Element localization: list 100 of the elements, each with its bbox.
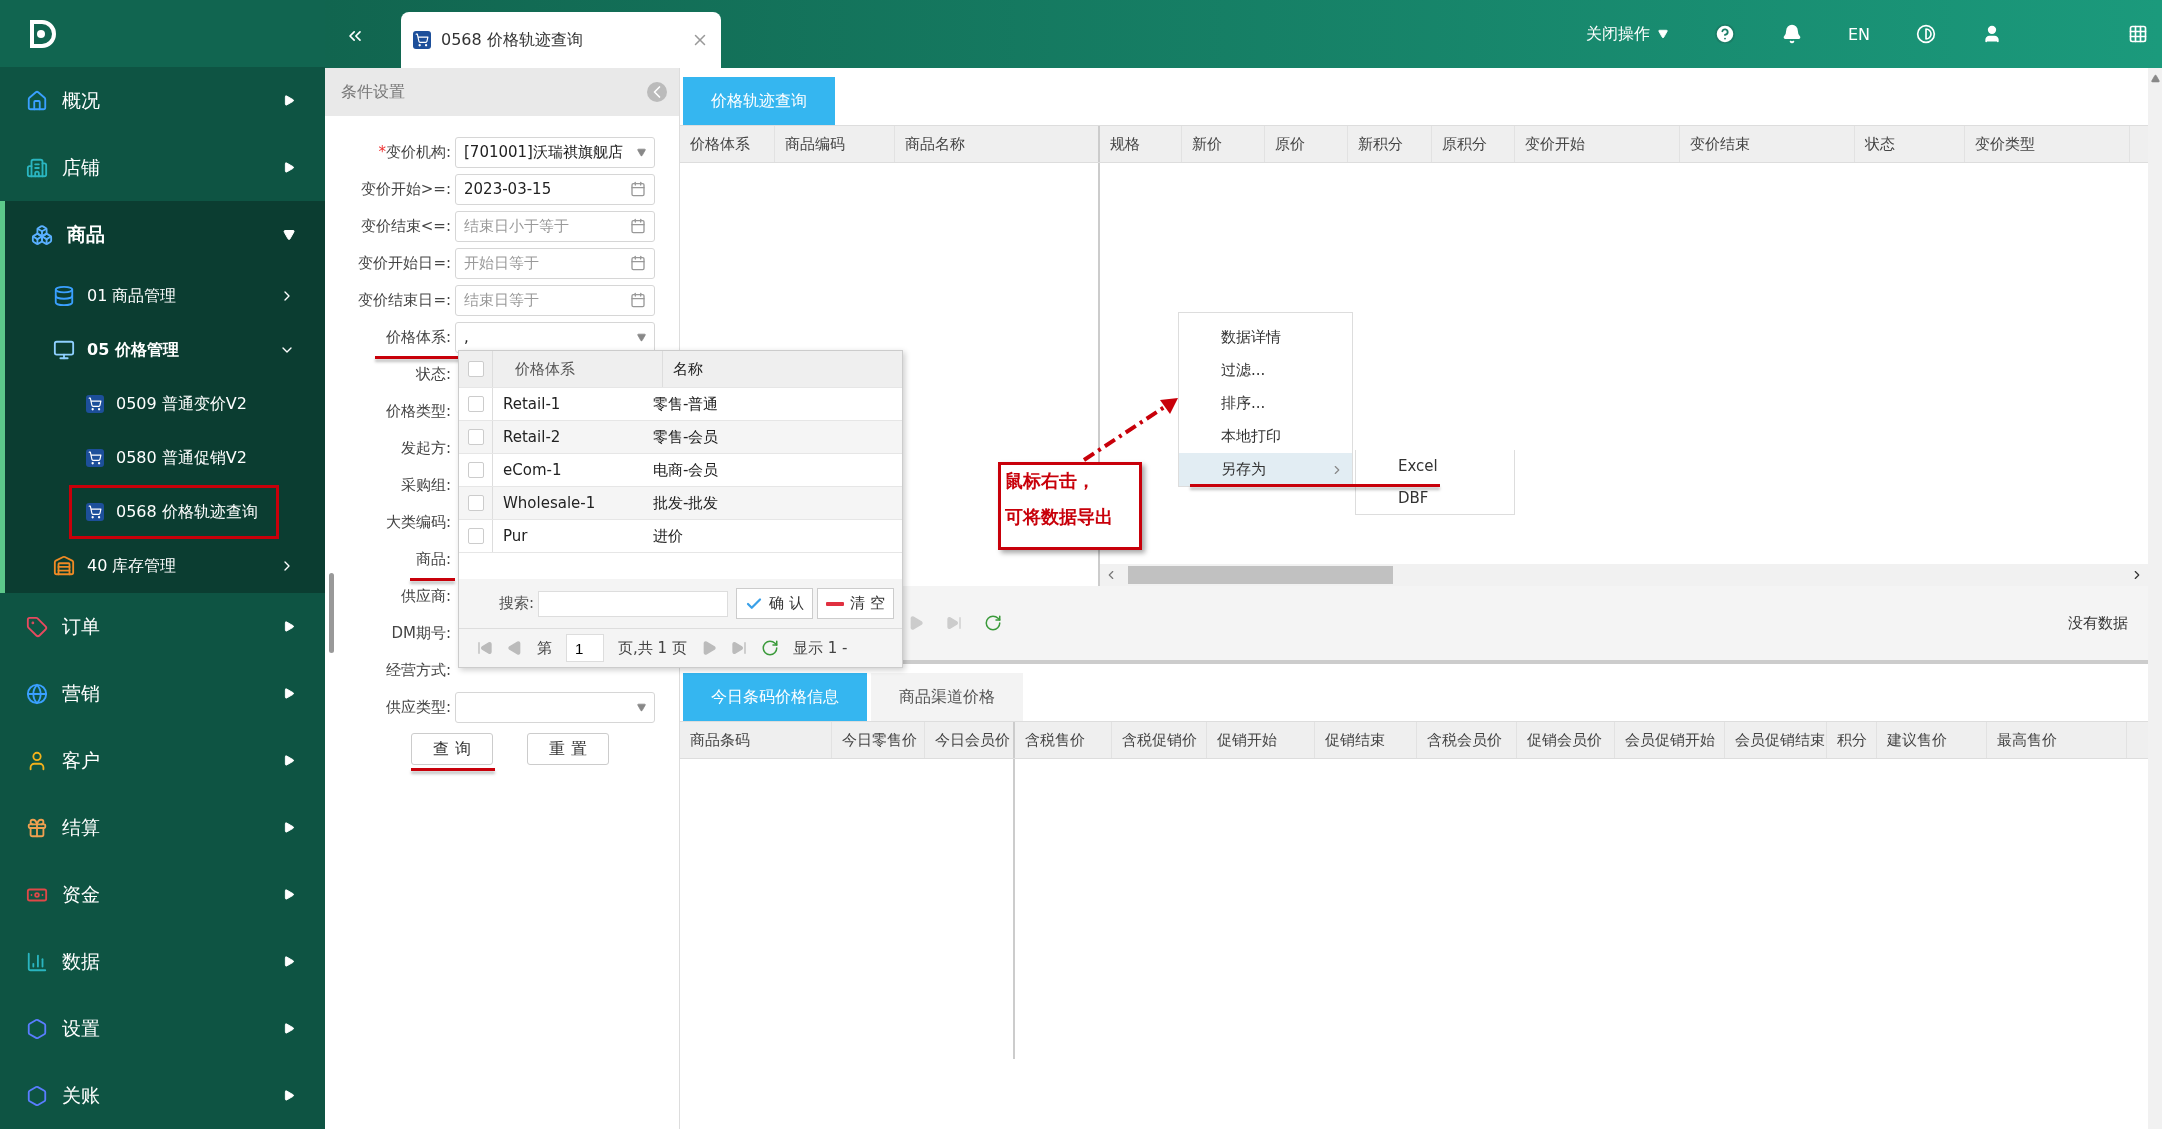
cart-icon — [86, 395, 104, 413]
column-header[interactable]: 规格 — [1100, 126, 1182, 162]
menu-item[interactable]: Excel — [1356, 450, 1514, 482]
column-header[interactable]: 促销会员价 — [1517, 722, 1615, 758]
menu-item[interactable]: 本地打印 — [1179, 420, 1352, 453]
table-cell-text: 批发-批发 — [652, 493, 720, 513]
last-page-icon[interactable] — [946, 615, 962, 631]
search-field[interactable] — [538, 590, 729, 617]
refresh-icon[interactable] — [984, 614, 1002, 632]
sidebar-item[interactable]: 0580 普通促销V2 — [69, 431, 279, 485]
column-header[interactable]: 促销开始 — [1207, 722, 1315, 758]
clear-button[interactable]: 清 空 — [816, 588, 894, 619]
column-header[interactable]: 商品名称 — [895, 126, 1100, 162]
callout-text: 可将数据导出 — [1005, 505, 1114, 529]
apps-grid-icon[interactable] — [2128, 24, 2148, 44]
help-icon[interactable] — [1713, 23, 1736, 45]
previous-page-icon[interactable] — [507, 640, 523, 656]
sidebar-item[interactable]: 关账 — [0, 1062, 325, 1129]
column-header[interactable]: 原积分 — [1432, 126, 1515, 162]
column-header[interactable]: 建议售价 — [1877, 722, 1987, 758]
reset-button[interactable]: 重 置 — [527, 733, 609, 765]
date-field[interactable]: 2023-03-15 — [455, 173, 655, 205]
field-label: *变价机构: — [377, 142, 452, 162]
column-header[interactable]: 变价结束 — [1680, 126, 1855, 162]
last-page-icon[interactable] — [730, 640, 747, 656]
sidebar-item[interactable]: 数据 — [0, 928, 325, 995]
select-field[interactable]: [701001]沃瑞祺旗舰店 — [455, 136, 655, 168]
column-header[interactable]: 今日零售价 — [832, 722, 925, 758]
refresh-icon[interactable] — [760, 639, 779, 657]
column-header[interactable]: 变价开始 — [1515, 126, 1680, 162]
menu-item[interactable]: 另存为 — [1179, 453, 1352, 486]
column-header[interactable]: 新积分 — [1348, 126, 1432, 162]
checkbox[interactable] — [467, 429, 484, 445]
confirm-button[interactable]: 确 认 — [736, 588, 813, 619]
column-header[interactable]: 商品编码 — [775, 126, 895, 162]
column-header[interactable]: 促销结束 — [1315, 722, 1417, 758]
close-operations-menu[interactable]: 关闭操作 — [1585, 23, 1668, 45]
select-field[interactable] — [455, 691, 655, 723]
menu-item[interactable]: 数据详情 — [1179, 321, 1352, 354]
sidebar-item[interactable]: 商品 — [5, 201, 325, 269]
sidebar-item[interactable]: 05 价格管理 — [5, 323, 325, 377]
scrollbar-thumb[interactable] — [1128, 566, 1393, 584]
sidebar-item[interactable]: 资金 — [0, 861, 325, 928]
next-page-icon[interactable] — [908, 615, 924, 631]
sidebar-item[interactable]: 店铺 — [0, 134, 325, 201]
checkbox[interactable] — [467, 495, 484, 511]
column-header[interactable]: 商品条码 — [680, 722, 832, 758]
column-header[interactable]: 新价 — [1182, 126, 1265, 162]
column-header[interactable]: 今日会员价 — [925, 722, 1015, 758]
menu-item[interactable]: DBF — [1356, 482, 1514, 514]
table-cell-text: 零售-普通 — [652, 394, 720, 414]
sidebar-item[interactable]: 概况 — [0, 67, 325, 134]
sidebar-item[interactable]: 40 库存管理 — [5, 539, 325, 593]
checkbox[interactable] — [467, 462, 484, 478]
checkbox[interactable] — [467, 361, 484, 377]
sidebar-item[interactable]: 0568 价格轨迹查询 — [69, 485, 279, 539]
sidebar-item[interactable]: 订单 — [0, 593, 325, 660]
sidebar-item[interactable]: 设置 — [0, 995, 325, 1062]
menu-item[interactable]: 过滤... — [1179, 354, 1352, 387]
caret-down-icon — [637, 147, 646, 157]
bell-icon[interactable] — [1781, 24, 1802, 44]
select-field[interactable]: , — [455, 321, 655, 353]
field-label: 大类编码: — [384, 512, 452, 532]
sidebar-item[interactable]: 0509 普通变价V2 — [69, 377, 279, 431]
scroll-up-icon[interactable] — [2150, 74, 2160, 83]
column-header[interactable]: 含税促销价 — [1112, 722, 1207, 758]
checkbox[interactable] — [467, 396, 484, 412]
scrollbar-thumb[interactable] — [329, 573, 334, 653]
grid-tab[interactable]: 商品渠道价格 — [871, 673, 1023, 721]
sidebar-item[interactable]: 营销 — [0, 660, 325, 727]
first-page-icon[interactable] — [477, 640, 493, 656]
language-button[interactable]: EN — [1847, 24, 1870, 44]
column-header[interactable]: 原价 — [1265, 126, 1348, 162]
contrast-icon[interactable] — [1916, 24, 1936, 44]
column-header[interactable]: 积分 — [1827, 722, 1877, 758]
calendar-icon — [630, 181, 646, 197]
sidebar-item[interactable]: 客户 — [0, 727, 325, 794]
query-button[interactable]: 查 询 — [411, 733, 493, 765]
column-header[interactable]: 状态 — [1855, 126, 1965, 162]
column-header[interactable]: 最高售价 — [1987, 722, 2127, 758]
table-cell-text: Retail-2 — [502, 428, 562, 446]
sidebar-item[interactable]: 结算 — [0, 794, 325, 861]
database-icon — [53, 285, 75, 307]
column-header[interactable]: 含税售价 — [1015, 722, 1112, 758]
caret-right-icon — [284, 95, 295, 106]
caret-right-icon — [284, 755, 295, 766]
checkbox[interactable] — [467, 528, 484, 544]
column-header[interactable]: 价格体系 — [680, 126, 775, 162]
column-header[interactable]: 含税会员价 — [1417, 722, 1517, 758]
page-field[interactable]: 1 — [566, 634, 604, 662]
sidebar-item[interactable]: 01 商品管理 — [5, 269, 325, 323]
caret-right-icon — [284, 1090, 295, 1101]
column-header[interactable]: 会员促销结束 — [1725, 722, 1827, 758]
page-tab[interactable]: 0568 价格轨迹查询 — [401, 12, 721, 68]
column-header[interactable]: 变价类型 — [1965, 126, 2130, 162]
field-label: 商品: — [414, 549, 452, 569]
column-header[interactable]: 会员促销开始 — [1615, 722, 1725, 758]
user-icon[interactable] — [1982, 24, 2002, 44]
menu-item[interactable]: 排序... — [1179, 387, 1352, 420]
collapse-panel-icon[interactable] — [647, 82, 667, 102]
